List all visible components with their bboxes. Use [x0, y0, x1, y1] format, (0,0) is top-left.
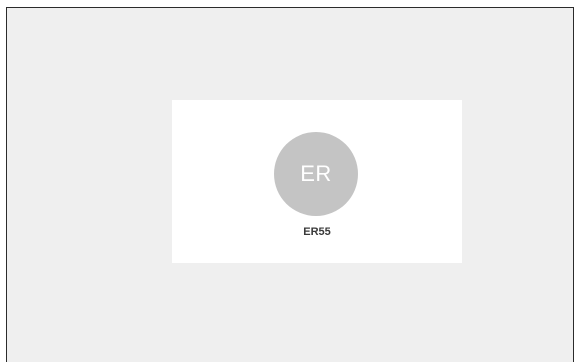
- avatar[interactable]: ER: [274, 132, 358, 216]
- app-window: ER ER55: [6, 7, 574, 362]
- profile-card[interactable]: ER ER55: [172, 100, 462, 263]
- username-label: ER55: [303, 226, 331, 238]
